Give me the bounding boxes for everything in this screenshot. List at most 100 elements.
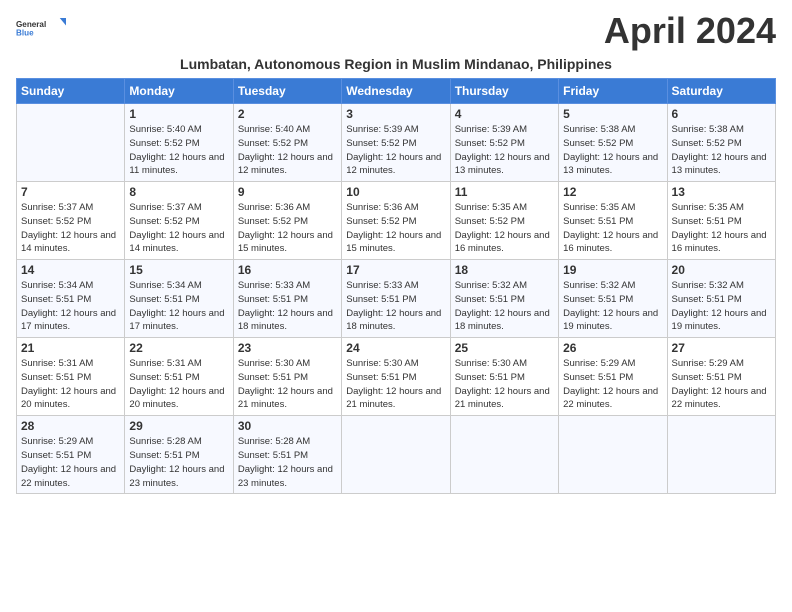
calendar-cell: 28 Sunrise: 5:29 AM Sunset: 5:51 PM Dayl…: [17, 416, 125, 494]
daylight-label: Daylight: 12 hours and 14 minutes.: [129, 230, 224, 255]
daylight-label: Daylight: 12 hours and 20 minutes.: [21, 386, 116, 411]
day-number: 25: [455, 341, 554, 355]
day-number: 21: [21, 341, 120, 355]
calendar-cell: 24 Sunrise: 5:30 AM Sunset: 5:51 PM Dayl…: [342, 338, 450, 416]
calendar-cell: [17, 104, 125, 182]
sunrise-label: Sunrise: 5:39 AM: [455, 124, 527, 135]
sunset-label: Sunset: 5:51 PM: [455, 372, 525, 383]
day-number: 22: [129, 341, 228, 355]
sunset-label: Sunset: 5:52 PM: [455, 216, 525, 227]
daylight-label: Daylight: 12 hours and 11 minutes.: [129, 152, 224, 177]
daylight-label: Daylight: 12 hours and 15 minutes.: [346, 230, 441, 255]
daylight-label: Daylight: 12 hours and 12 minutes.: [238, 152, 333, 177]
day-header-monday: Monday: [125, 79, 233, 104]
svg-text:General: General: [16, 20, 46, 29]
day-number: 29: [129, 419, 228, 433]
day-info: Sunrise: 5:39 AM Sunset: 5:52 PM Dayligh…: [346, 123, 445, 178]
calendar-table: SundayMondayTuesdayWednesdayThursdayFrid…: [16, 78, 776, 494]
sunrise-label: Sunrise: 5:30 AM: [238, 358, 310, 369]
calendar-cell: 2 Sunrise: 5:40 AM Sunset: 5:52 PM Dayli…: [233, 104, 341, 182]
sunset-label: Sunset: 5:51 PM: [455, 294, 525, 305]
calendar-cell: 19 Sunrise: 5:32 AM Sunset: 5:51 PM Dayl…: [559, 260, 667, 338]
day-info: Sunrise: 5:40 AM Sunset: 5:52 PM Dayligh…: [129, 123, 228, 178]
calendar-cell: 16 Sunrise: 5:33 AM Sunset: 5:51 PM Dayl…: [233, 260, 341, 338]
calendar-cell: 20 Sunrise: 5:32 AM Sunset: 5:51 PM Dayl…: [667, 260, 775, 338]
daylight-label: Daylight: 12 hours and 21 minutes.: [238, 386, 333, 411]
day-info: Sunrise: 5:37 AM Sunset: 5:52 PM Dayligh…: [21, 201, 120, 256]
svg-text:Blue: Blue: [16, 29, 34, 38]
day-header-wednesday: Wednesday: [342, 79, 450, 104]
sunrise-label: Sunrise: 5:32 AM: [563, 280, 635, 291]
sunrise-label: Sunrise: 5:28 AM: [129, 436, 201, 447]
daylight-label: Daylight: 12 hours and 16 minutes.: [455, 230, 550, 255]
calendar-cell: [667, 416, 775, 494]
daylight-label: Daylight: 12 hours and 13 minutes.: [563, 152, 658, 177]
daylight-label: Daylight: 12 hours and 17 minutes.: [129, 308, 224, 333]
day-info: Sunrise: 5:39 AM Sunset: 5:52 PM Dayligh…: [455, 123, 554, 178]
calendar-week-5: 28 Sunrise: 5:29 AM Sunset: 5:51 PM Dayl…: [17, 416, 776, 494]
calendar-cell: 30 Sunrise: 5:28 AM Sunset: 5:51 PM Dayl…: [233, 416, 341, 494]
day-number: 5: [563, 107, 662, 121]
calendar-cell: 10 Sunrise: 5:36 AM Sunset: 5:52 PM Dayl…: [342, 182, 450, 260]
day-info: Sunrise: 5:28 AM Sunset: 5:51 PM Dayligh…: [238, 435, 337, 490]
calendar-cell: 9 Sunrise: 5:36 AM Sunset: 5:52 PM Dayli…: [233, 182, 341, 260]
calendar-cell: 25 Sunrise: 5:30 AM Sunset: 5:51 PM Dayl…: [450, 338, 558, 416]
sunset-label: Sunset: 5:52 PM: [672, 138, 742, 149]
day-header-thursday: Thursday: [450, 79, 558, 104]
day-number: 24: [346, 341, 445, 355]
sunrise-label: Sunrise: 5:34 AM: [21, 280, 93, 291]
sunset-label: Sunset: 5:52 PM: [238, 138, 308, 149]
daylight-label: Daylight: 12 hours and 14 minutes.: [21, 230, 116, 255]
calendar-cell: 1 Sunrise: 5:40 AM Sunset: 5:52 PM Dayli…: [125, 104, 233, 182]
sunrise-label: Sunrise: 5:32 AM: [672, 280, 744, 291]
day-info: Sunrise: 5:32 AM Sunset: 5:51 PM Dayligh…: [563, 279, 662, 334]
day-info: Sunrise: 5:28 AM Sunset: 5:51 PM Dayligh…: [129, 435, 228, 490]
sunrise-label: Sunrise: 5:39 AM: [346, 124, 418, 135]
sunset-label: Sunset: 5:51 PM: [238, 450, 308, 461]
day-info: Sunrise: 5:34 AM Sunset: 5:51 PM Dayligh…: [129, 279, 228, 334]
calendar-cell: 7 Sunrise: 5:37 AM Sunset: 5:52 PM Dayli…: [17, 182, 125, 260]
day-number: 3: [346, 107, 445, 121]
sunrise-label: Sunrise: 5:35 AM: [455, 202, 527, 213]
sunset-label: Sunset: 5:51 PM: [672, 294, 742, 305]
daylight-label: Daylight: 12 hours and 15 minutes.: [238, 230, 333, 255]
sunset-label: Sunset: 5:52 PM: [129, 216, 199, 227]
calendar-cell: 22 Sunrise: 5:31 AM Sunset: 5:51 PM Dayl…: [125, 338, 233, 416]
sunset-label: Sunset: 5:51 PM: [563, 294, 633, 305]
sunset-label: Sunset: 5:52 PM: [455, 138, 525, 149]
sunset-label: Sunset: 5:51 PM: [563, 372, 633, 383]
daylight-label: Daylight: 12 hours and 23 minutes.: [238, 464, 333, 489]
day-info: Sunrise: 5:35 AM Sunset: 5:51 PM Dayligh…: [563, 201, 662, 256]
day-info: Sunrise: 5:30 AM Sunset: 5:51 PM Dayligh…: [238, 357, 337, 412]
calendar-cell: 21 Sunrise: 5:31 AM Sunset: 5:51 PM Dayl…: [17, 338, 125, 416]
day-info: Sunrise: 5:34 AM Sunset: 5:51 PM Dayligh…: [21, 279, 120, 334]
day-number: 30: [238, 419, 337, 433]
calendar-cell: 29 Sunrise: 5:28 AM Sunset: 5:51 PM Dayl…: [125, 416, 233, 494]
daylight-label: Daylight: 12 hours and 16 minutes.: [563, 230, 658, 255]
sunrise-label: Sunrise: 5:38 AM: [672, 124, 744, 135]
logo: General Blue: [16, 10, 66, 46]
daylight-label: Daylight: 12 hours and 18 minutes.: [346, 308, 441, 333]
sunrise-label: Sunrise: 5:28 AM: [238, 436, 310, 447]
day-header-saturday: Saturday: [667, 79, 775, 104]
day-info: Sunrise: 5:37 AM Sunset: 5:52 PM Dayligh…: [129, 201, 228, 256]
day-number: 8: [129, 185, 228, 199]
day-number: 27: [672, 341, 771, 355]
day-number: 19: [563, 263, 662, 277]
daylight-label: Daylight: 12 hours and 22 minutes.: [672, 386, 767, 411]
calendar-cell: 15 Sunrise: 5:34 AM Sunset: 5:51 PM Dayl…: [125, 260, 233, 338]
sunset-label: Sunset: 5:51 PM: [672, 372, 742, 383]
daylight-label: Daylight: 12 hours and 12 minutes.: [346, 152, 441, 177]
calendar-cell: 13 Sunrise: 5:35 AM Sunset: 5:51 PM Dayl…: [667, 182, 775, 260]
day-number: 13: [672, 185, 771, 199]
calendar-cell: 3 Sunrise: 5:39 AM Sunset: 5:52 PM Dayli…: [342, 104, 450, 182]
calendar-cell: 26 Sunrise: 5:29 AM Sunset: 5:51 PM Dayl…: [559, 338, 667, 416]
day-info: Sunrise: 5:29 AM Sunset: 5:51 PM Dayligh…: [672, 357, 771, 412]
sunset-label: Sunset: 5:52 PM: [21, 216, 91, 227]
day-info: Sunrise: 5:40 AM Sunset: 5:52 PM Dayligh…: [238, 123, 337, 178]
month-title: April 2024: [604, 10, 776, 52]
header: General Blue April 2024: [16, 10, 776, 52]
day-info: Sunrise: 5:36 AM Sunset: 5:52 PM Dayligh…: [346, 201, 445, 256]
day-info: Sunrise: 5:33 AM Sunset: 5:51 PM Dayligh…: [238, 279, 337, 334]
sunset-label: Sunset: 5:52 PM: [563, 138, 633, 149]
